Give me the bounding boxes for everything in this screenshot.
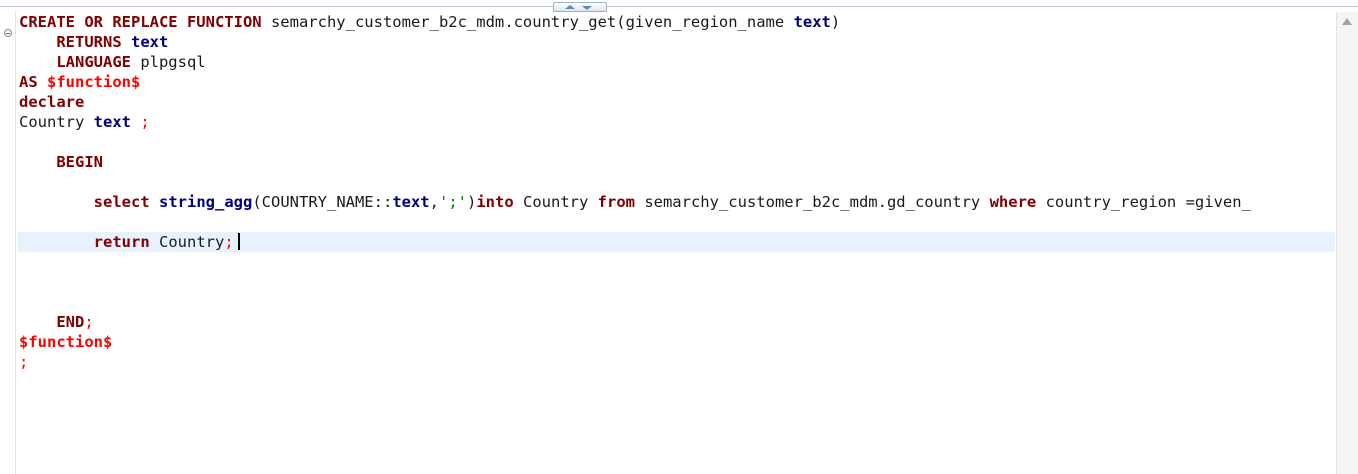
sash-down-arrow-icon bbox=[582, 6, 592, 10]
code-line: BEGIN bbox=[19, 152, 103, 172]
code-token: ; bbox=[130, 113, 150, 131]
code-token: text bbox=[392, 193, 430, 211]
code-line: END; bbox=[19, 312, 94, 332]
code-line: LANGUAGE plpgsql bbox=[19, 52, 206, 72]
code-token: text bbox=[131, 33, 169, 51]
sql-editor-text-area[interactable]: CREATE OR REPLACE FUNCTION semarchy_cust… bbox=[18, 12, 1335, 474]
code-token: BEGIN bbox=[56, 153, 103, 171]
code-token: Country bbox=[149, 233, 225, 251]
code-token: Country bbox=[19, 113, 94, 131]
code-token: CREATE OR REPLACE FUNCTION bbox=[19, 13, 262, 31]
code-token: LANGUAGE bbox=[56, 53, 131, 71]
sash-toggle-icon[interactable] bbox=[553, 2, 607, 12]
text-cursor bbox=[237, 233, 240, 250]
code-token: ) bbox=[830, 13, 841, 31]
code-line: ; bbox=[19, 352, 28, 372]
code-token: ; bbox=[84, 313, 94, 331]
folding-ruler bbox=[0, 12, 16, 474]
code-token: select bbox=[93, 193, 150, 211]
code-token: $function$ bbox=[19, 333, 113, 351]
code-token: where bbox=[989, 193, 1037, 211]
code-token: ';' bbox=[438, 193, 467, 211]
code-token: ; bbox=[19, 353, 29, 371]
code-line: AS $function$ bbox=[19, 72, 140, 92]
code-line: return Country; bbox=[19, 232, 240, 252]
sash-up-arrow-icon bbox=[565, 5, 575, 9]
code-token: (COUNTRY_NAME:: bbox=[252, 193, 393, 211]
code-token: RETURNS bbox=[56, 33, 122, 51]
code-token: from bbox=[597, 193, 635, 211]
code-token: return bbox=[93, 233, 150, 251]
code-token: text bbox=[93, 113, 131, 131]
code-token: AS bbox=[19, 73, 38, 91]
code-line: declare bbox=[19, 92, 84, 112]
code-token: Country bbox=[513, 193, 598, 211]
code-token: ; bbox=[224, 233, 234, 251]
code-line: $function$ bbox=[19, 332, 112, 352]
scroll-up-arrow-icon[interactable] bbox=[1342, 18, 1352, 25]
code-token: ) bbox=[466, 193, 477, 211]
code-token: semarchy_customer_b2c_mdm.gd_country bbox=[634, 193, 990, 211]
code-token: semarchy_customer_b2c_mdm.country_get(gi… bbox=[261, 13, 794, 31]
code-line: RETURNS text bbox=[19, 32, 168, 52]
code-line: CREATE OR REPLACE FUNCTION semarchy_cust… bbox=[19, 12, 840, 32]
code-line: select string_agg(COUNTRY_NAME::text,';'… bbox=[19, 192, 1251, 212]
code-token: string_agg bbox=[159, 193, 253, 211]
code-token: into bbox=[476, 193, 514, 211]
code-token: , bbox=[429, 193, 439, 211]
code-token: declare bbox=[19, 93, 85, 111]
collapse-fold-icon[interactable] bbox=[4, 29, 12, 37]
code-token: $function$ bbox=[47, 73, 141, 91]
code-token: text bbox=[793, 13, 831, 31]
code-token: country_region =given_ bbox=[1036, 193, 1251, 211]
vertical-scrollbar[interactable] bbox=[1336, 12, 1358, 474]
code-line: Country text ; bbox=[19, 112, 150, 132]
code-token: plpgsql bbox=[130, 53, 206, 71]
code-token: END bbox=[56, 313, 85, 331]
editor-top-border bbox=[0, 6, 1358, 7]
